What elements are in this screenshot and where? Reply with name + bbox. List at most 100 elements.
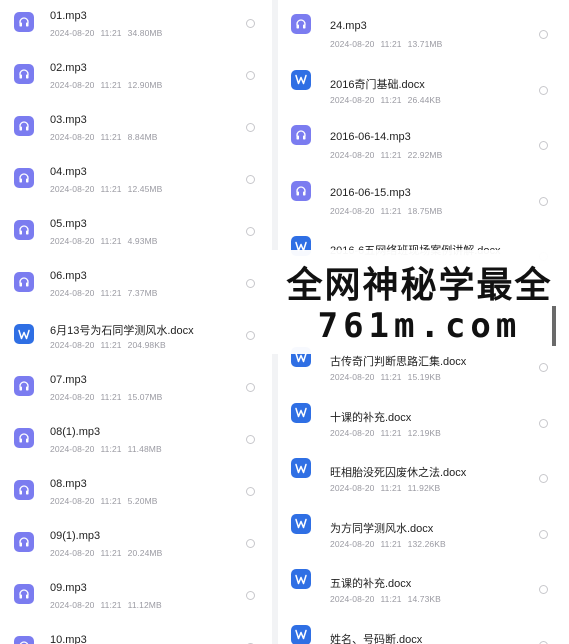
file-meta: 2024-08-20 11:21 132.26KB	[330, 539, 452, 549]
file-time: 11:21	[380, 538, 402, 549]
word-doc-icon	[14, 324, 34, 344]
file-name: 2016-06-15.mp3	[330, 186, 411, 199]
select-radio[interactable]	[246, 19, 255, 28]
headphones-icon	[14, 116, 34, 136]
file-row[interactable]: 2016-06-14.mp3 2024-08-20 11:21 22.92MB	[278, 111, 569, 166]
headphones-icon	[291, 125, 311, 145]
file-time: 11:21	[100, 184, 122, 194]
select-radio[interactable]	[246, 435, 255, 444]
select-radio[interactable]	[246, 591, 255, 600]
select-radio[interactable]	[246, 175, 255, 184]
file-size: 132.26KB	[407, 538, 446, 549]
file-row[interactable]: 05.mp3 2024-08-20 11:21 4.93MB	[0, 208, 272, 260]
select-radio[interactable]	[246, 71, 255, 80]
file-date: 2024-08-20	[50, 288, 95, 298]
file-time: 11:21	[100, 236, 122, 246]
file-date: 2024-08-20	[50, 80, 95, 90]
file-row[interactable]: 2016奇门基础.docx 2024-08-20 11:21 26.44KB	[278, 56, 569, 111]
file-date: 2024-08-20	[330, 39, 375, 49]
file-date: 2024-08-20	[330, 538, 375, 549]
file-row[interactable]: 03.mp3 2024-08-20 11:21 8.84MB	[0, 104, 272, 156]
select-radio[interactable]	[539, 474, 548, 483]
file-name: 24.mp3	[330, 20, 367, 32]
select-radio[interactable]	[246, 123, 255, 132]
file-date: 2024-08-20	[50, 184, 95, 194]
file-name: 09(1).mp3	[50, 530, 101, 542]
file-date: 2024-08-20	[330, 483, 375, 493]
select-radio[interactable]	[539, 85, 548, 95]
file-meta: 2024-08-20 11:21 15.07MB	[50, 392, 168, 402]
file-row[interactable]: 为方同学测风水.docx 2024-08-20 11:21 132.26KB	[278, 500, 569, 555]
file-date: 2024-08-20	[50, 392, 95, 402]
select-radio[interactable]	[539, 529, 548, 539]
file-name: 古传奇门判断思路汇集.docx	[330, 356, 467, 368]
headphones-icon	[14, 12, 34, 32]
file-name: 05.mp3	[50, 218, 87, 230]
select-radio[interactable]	[539, 30, 548, 39]
file-meta: 2024-08-20 11:21 4.93MB	[50, 236, 164, 246]
word-doc-icon	[291, 402, 311, 423]
file-time: 11:21	[100, 28, 122, 38]
file-meta: 2024-08-20 11:21 5.20MB	[50, 496, 164, 506]
file-meta: 2024-08-20 11:21 204.98KB	[50, 340, 172, 350]
file-name: 2016奇门基础.docx	[330, 78, 425, 91]
select-radio[interactable]	[246, 487, 255, 496]
file-meta: 2024-08-20 11:21 34.80MB	[50, 28, 168, 38]
file-row[interactable]: 旺相胎没死囚废休之法.docx 2024-08-20 11:21 11.92KB	[278, 444, 569, 499]
file-row[interactable]: 06.mp3 2024-08-20 11:21 7.37MB	[0, 260, 272, 312]
file-size: 15.07MB	[127, 392, 163, 402]
watermark-url: 761m.com	[317, 306, 522, 346]
file-row[interactable]: 6月13号为石同学测风水.docx 2024-08-20 11:21 204.98KB	[0, 312, 272, 364]
file-row[interactable]: 08.mp3 2024-08-20 11:21 5.20MB	[0, 468, 272, 520]
select-radio[interactable]	[246, 279, 255, 288]
file-row[interactable]: 07.mp3 2024-08-20 11:21 15.07MB	[0, 364, 272, 416]
headphones-icon	[14, 220, 34, 240]
file-time: 11:21	[380, 483, 402, 493]
select-radio[interactable]	[539, 585, 548, 594]
file-date: 2024-08-20	[330, 594, 375, 604]
file-row[interactable]: 09.mp3 2024-08-20 11:21 11.12MB	[0, 572, 272, 624]
file-meta: 2024-08-20 11:21 26.44KB	[330, 95, 447, 105]
file-row[interactable]: 2016-06-15.mp3 2024-08-20 11:21 18.75MB	[278, 167, 569, 222]
file-row[interactable]: 02.mp3 2024-08-20 11:21 12.90MB	[0, 52, 272, 104]
file-name: 为方同学测风水.docx	[330, 522, 434, 535]
file-size: 18.75MB	[407, 205, 443, 216]
file-date: 2024-08-20	[50, 496, 95, 506]
select-radio[interactable]	[246, 227, 255, 236]
file-meta: 2024-08-20 11:21 12.19KB	[330, 428, 447, 438]
select-radio[interactable]	[246, 383, 255, 392]
watermark-bar	[552, 306, 556, 346]
headphones-icon	[291, 14, 311, 34]
file-size: 12.90MB	[127, 80, 163, 90]
file-name: 08(1).mp3	[50, 426, 101, 438]
file-meta: 2024-08-20 11:21 22.92MB	[330, 150, 448, 160]
select-radio[interactable]	[539, 640, 548, 644]
file-size: 12.19KB	[407, 427, 441, 438]
select-radio[interactable]	[539, 363, 548, 372]
file-row[interactable]: 五课的补充.docx 2024-08-20 11:21 14.73KB	[278, 555, 569, 610]
headphones-icon	[14, 428, 34, 448]
file-row[interactable]: 24.mp3 2024-08-20 11:21 13.71MB	[278, 0, 569, 55]
file-size: 7.37MB	[127, 288, 158, 298]
file-row[interactable]: 十课的补充.docx 2024-08-20 11:21 12.19KB	[278, 389, 569, 444]
select-radio[interactable]	[246, 539, 255, 548]
file-time: 11:21	[100, 548, 122, 558]
select-radio[interactable]	[539, 418, 548, 428]
file-row[interactable]: 04.mp3 2024-08-20 11:21 12.45MB	[0, 156, 272, 208]
select-radio[interactable]	[539, 141, 548, 150]
file-row[interactable]: 10.mp3	[0, 624, 272, 644]
file-time: 11:21	[100, 80, 122, 90]
file-size: 26.44KB	[407, 94, 441, 105]
file-meta: 2024-08-20 11:21 12.90MB	[50, 80, 168, 90]
file-meta: 2024-08-20 11:21 18.75MB	[330, 206, 448, 216]
file-row[interactable]: 09(1).mp3 2024-08-20 11:21 20.24MB	[0, 520, 272, 572]
file-size: 11.12MB	[127, 600, 162, 610]
file-row[interactable]: 08(1).mp3 2024-08-20 11:21 11.48MB	[0, 416, 272, 468]
select-radio[interactable]	[539, 196, 548, 206]
file-date: 2024-08-20	[330, 205, 375, 216]
file-row[interactable]: 姓名、号码断.docx	[278, 611, 569, 644]
select-radio[interactable]	[246, 331, 255, 340]
file-row[interactable]: 01.mp3 2024-08-20 11:21 34.80MB	[0, 0, 272, 52]
file-time: 11:21	[100, 496, 122, 506]
word-doc-icon	[291, 69, 311, 90]
